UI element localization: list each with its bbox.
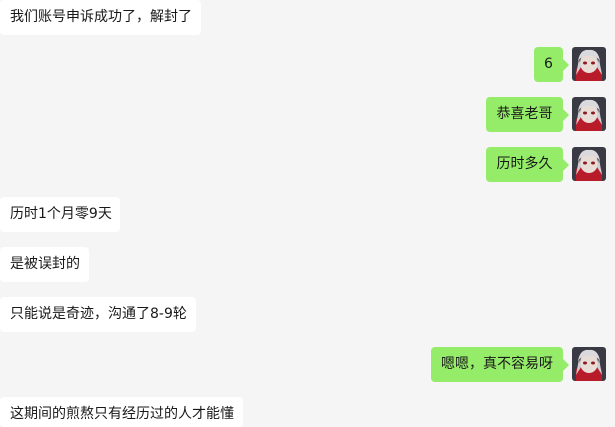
message-bubble[interactable]: 嗯嗯，真不容易呀: [431, 347, 569, 382]
message-bubble[interactable]: 历时1个月零9天: [0, 197, 120, 232]
self-avatar-icon[interactable]: [572, 97, 606, 131]
message-bubble[interactable]: 恭喜老哥: [486, 97, 569, 132]
self-avatar-icon[interactable]: [572, 47, 606, 81]
message-bubble[interactable]: 我们账号申诉成功了，解封了: [0, 0, 201, 35]
message-bubble[interactable]: 是被误封的: [0, 247, 89, 282]
self-avatar-icon[interactable]: [572, 347, 606, 381]
message-bubble[interactable]: 历时多久: [486, 147, 569, 182]
self-avatar-icon[interactable]: [572, 147, 606, 181]
message-bubble[interactable]: 6: [534, 47, 569, 82]
message-bubble[interactable]: 这期间的煎熬只有经历过的人才能懂: [0, 397, 243, 427]
message-bubble[interactable]: 只能说是奇迹，沟通了8-9轮: [0, 297, 196, 332]
chat-area: 我们账号申诉成功了，解封了 6 恭喜老哥 历时多久 历时1个月零9天 是被误封的…: [0, 0, 615, 427]
